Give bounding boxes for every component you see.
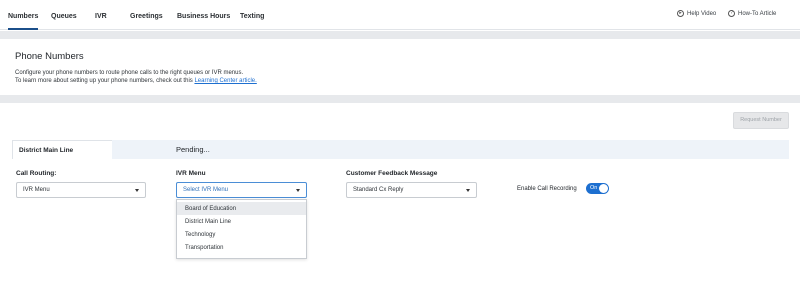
ivr-menu-dropdown: Board of Education District Main Line Te… [176,199,307,259]
how-to-article-link[interactable]: ? How-To Article [728,10,776,17]
ivr-menu-label: IVR Menu [176,170,206,177]
feedback-message-label: Customer Feedback Message [346,170,438,177]
toggle-state: On [590,185,598,191]
request-number-button[interactable]: Request Number [733,112,789,129]
section-divider [0,31,800,39]
toggle-knob [599,184,608,193]
tab-ivr[interactable]: IVR [95,13,107,20]
call-routing-label: Call Routing: [16,170,57,177]
call-routing-select[interactable]: IVR Menu [16,182,146,198]
tab-business-hours[interactable]: Business Hours [177,13,230,20]
top-nav: Numbers Queues IVR Greetings Business Ho… [0,0,800,30]
tab-texting[interactable]: Texting [240,13,264,20]
tab-queues[interactable]: Queues [51,13,77,20]
ivr-option-technology[interactable]: Technology [177,228,306,241]
chevron-down-icon [135,189,139,192]
how-to-article-label: How-To Article [738,10,777,17]
call-routing-value: IVR Menu [23,187,50,193]
call-recording-toggle[interactable]: On [586,183,609,194]
chevron-down-icon [466,189,470,192]
line-tab-district-main-line[interactable]: District Main Line [12,140,112,159]
chevron-down-icon [296,189,300,192]
feedback-message-select[interactable]: Standard Cx Reply [346,182,477,198]
line-status: Pending... [176,145,210,154]
page-description: Configure your phone numbers to route ph… [15,69,257,85]
help-video-label: Help Video [687,10,717,17]
page-header: Phone Numbers Configure your phone numbe… [0,39,800,95]
tab-greetings[interactable]: Greetings [130,13,163,20]
section-divider [0,95,800,103]
page-title: Phone Numbers [15,51,84,62]
play-icon: ▸ [677,10,684,17]
ivr-option-district-main-line[interactable]: District Main Line [177,215,306,228]
ivr-menu-select[interactable]: Select IVR Menu [176,182,307,198]
description-line-2-text: To learn more about setting up your phon… [15,78,195,84]
question-icon: ? [728,10,735,17]
feedback-message-value: Standard Cx Reply [353,187,404,193]
learning-center-link[interactable]: Learning Center article. [194,78,256,84]
ivr-option-board-of-education[interactable]: Board of Education [177,202,306,215]
ivr-menu-placeholder: Select IVR Menu [183,187,229,193]
ivr-option-transportation[interactable]: Transportation [177,241,306,254]
line-bar: District Main Line [12,140,789,159]
description-line-2: To learn more about setting up your phon… [15,77,257,85]
description-line-1: Configure your phone numbers to route ph… [15,70,244,76]
tab-numbers[interactable]: Numbers [8,13,39,30]
call-recording-label: Enable Call Recording [517,186,577,192]
help-video-link[interactable]: ▸ Help Video [677,10,716,17]
